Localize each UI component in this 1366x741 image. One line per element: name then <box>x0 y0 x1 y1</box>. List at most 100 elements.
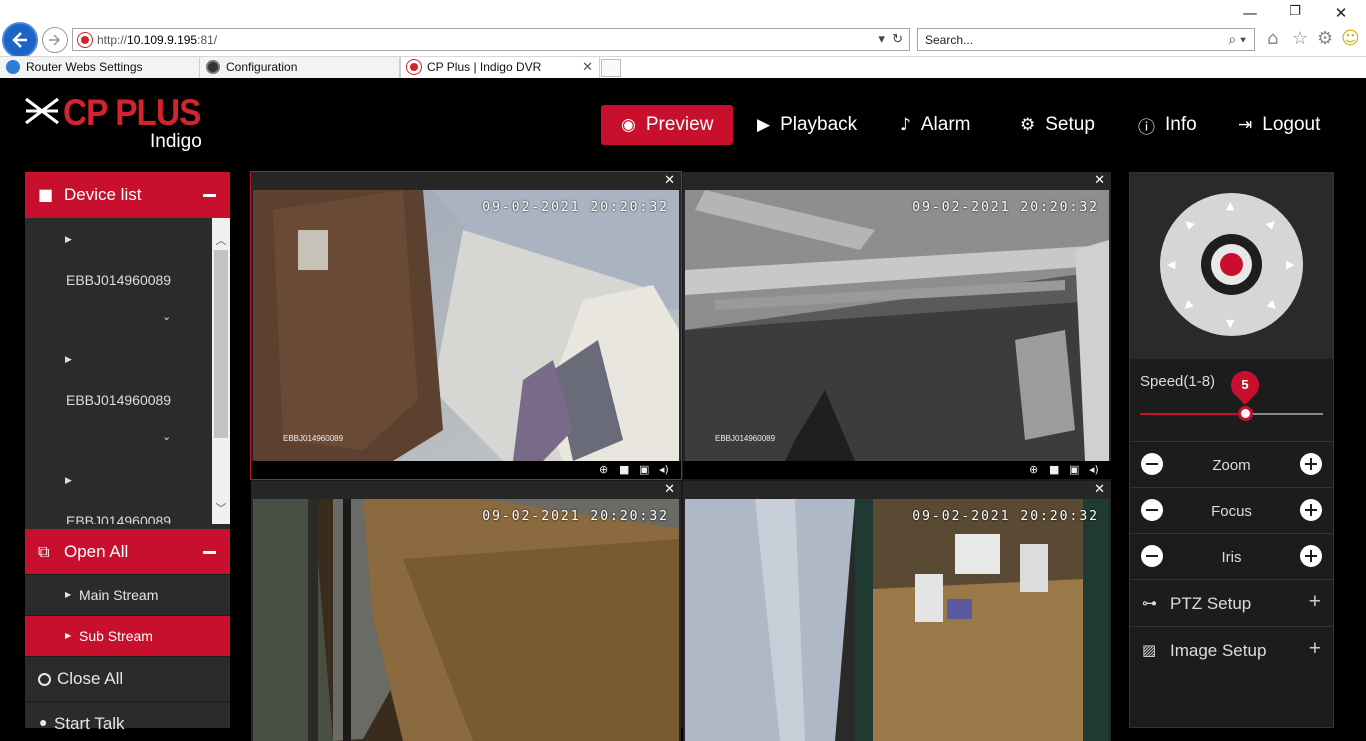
device-item[interactable]: EBBJ014960089 <box>66 392 171 408</box>
close-video-icon[interactable]: ✕ <box>1094 482 1105 497</box>
pan-up-icon[interactable]: ▲ <box>1226 199 1234 212</box>
info-icon: ⓘ <box>1138 117 1155 138</box>
forward-button[interactable] <box>42 27 68 53</box>
scroll-up-icon[interactable]: ︿ <box>212 232 230 248</box>
minimize-icon[interactable]: — <box>1240 4 1260 22</box>
gear-icon: ⚙ <box>1020 115 1036 135</box>
cpplus-logo-icon <box>25 97 59 125</box>
expand-arrow-icon[interactable]: ▶ <box>65 234 72 245</box>
refresh-icon[interactable]: ↻ <box>892 31 903 46</box>
expand-plus-icon[interactable]: + <box>1309 590 1321 614</box>
device-item[interactable]: EBBJ014960089 <box>66 272 171 288</box>
zoom-in-icon[interactable]: ⊕ <box>1029 463 1038 476</box>
ptz-direction-pad[interactable]: ▲ ▼ ◀ ▶ ▲ ▲ ▼ ▼ <box>1160 193 1303 336</box>
nav-preview[interactable]: ◉ Preview <box>601 105 733 145</box>
speed-slider-fill <box>1140 413 1245 415</box>
site-favicon-icon <box>78 33 92 47</box>
start-talk-button[interactable]: ● Start Talk <box>25 701 230 741</box>
main-stream-option[interactable]: ▶ Main Stream <box>25 574 230 615</box>
audio-icon[interactable]: ◂) <box>659 463 669 476</box>
new-tab-button[interactable] <box>601 59 621 77</box>
smiley-feedback-icon[interactable]: ☺ <box>1341 28 1360 49</box>
close-window-icon[interactable]: ✕ <box>1331 4 1351 22</box>
nav-info[interactable]: ⓘ Info <box>1138 105 1197 145</box>
video-cell-1[interactable]: ✕ 09-02-2021 20:20:32 EBBJ014960089 ⊕ ■ … <box>250 171 682 480</box>
ptz-setup-section[interactable]: ⊶ PTZ Setup + <box>1130 579 1333 626</box>
url-host: 10.109.9.195 <box>127 33 198 47</box>
dvr-app: CP PLUS Indigo ◉ Preview ▶ Playback ♪ Alarm… <box>0 78 1366 741</box>
pan-left-icon[interactable]: ◀ <box>1167 258 1175 271</box>
nav-label: Preview <box>645 114 714 135</box>
favorites-star-icon[interactable]: ☆ <box>1292 28 1308 49</box>
device-list-header[interactable]: ■ Device list <box>25 172 230 218</box>
device-item[interactable]: EBBJ014960089 <box>66 513 171 524</box>
search-icon[interactable]: ⌕ ▾ <box>1228 31 1246 48</box>
camera-image <box>253 499 679 741</box>
close-video-icon[interactable]: ✕ <box>664 482 675 497</box>
pan-down-icon[interactable]: ▼ <box>1226 317 1234 330</box>
scroll-thumb[interactable] <box>214 250 228 438</box>
expand-arrow-icon[interactable]: ▶ <box>65 354 72 365</box>
video-cell-4[interactable]: ✕ 09-02-2021 20:20:32 <box>683 481 1111 741</box>
video-timestamp: 09-02-2021 20:20:32 <box>912 509 1099 524</box>
settings-gear-icon[interactable]: ⚙ <box>1317 28 1333 49</box>
snapshot-icon[interactable]: ▣ <box>639 463 649 476</box>
video-cell-2[interactable]: ✕ 09-02-2021 20:20:32 EBBJ014960089 ⊕ ■ … <box>683 172 1111 479</box>
chevron-down-icon[interactable]: ⌄ <box>162 430 171 443</box>
iris-plus-button[interactable] <box>1300 545 1322 567</box>
pan-right-icon[interactable]: ▶ <box>1286 258 1294 271</box>
dropdown-icon[interactable]: ▾ <box>878 31 885 46</box>
globe-icon <box>206 60 220 74</box>
speed-slider[interactable]: 5 <box>1140 365 1323 421</box>
pan-up-left-icon[interactable]: ▲ <box>1181 216 1196 231</box>
camera-label: EBBJ014960089 <box>715 434 776 443</box>
record-icon[interactable]: ■ <box>619 463 629 476</box>
nav-label: Alarm <box>920 114 971 135</box>
image-setup-label: Image Setup <box>1170 641 1267 660</box>
tab-cpplus-dvr[interactable]: CP Plus | Indigo DVR ✕ <box>400 57 600 79</box>
home-icon[interactable]: ⌂ <box>1267 28 1278 49</box>
address-bar[interactable]: http://10.109.9.195:81/ ▾ ↻ <box>72 28 910 51</box>
video-cell-3[interactable]: ✕ 09-02-2021 20:20:32 <box>251 481 681 741</box>
cell-titlebar: ✕ <box>683 172 1111 190</box>
record-icon[interactable]: ■ <box>1049 463 1059 476</box>
image-setup-section[interactable]: ▨ Image Setup + <box>1130 626 1333 673</box>
close-video-icon[interactable]: ✕ <box>664 173 675 188</box>
nav-alarm[interactable]: ♪ Alarm <box>900 105 970 145</box>
pan-down-left-icon[interactable]: ▼ <box>1181 298 1196 313</box>
nav-playback[interactable]: ▶ Playback <box>757 105 857 145</box>
restore-icon[interactable]: ❐ <box>1285 4 1305 19</box>
chevron-down-icon[interactable]: ⌄ <box>162 310 171 323</box>
ptz-center-button[interactable] <box>1211 244 1252 285</box>
video-feed: 09-02-2021 20:20:32 <box>253 499 679 741</box>
speed-slider-knob[interactable] <box>1238 406 1253 421</box>
tab-close-icon[interactable]: ✕ <box>582 59 593 75</box>
expand-arrow-icon[interactable]: ▶ <box>65 475 72 486</box>
close-video-icon[interactable]: ✕ <box>1094 173 1105 188</box>
logout-icon: ⇥ <box>1238 115 1253 135</box>
audio-icon[interactable]: ◂) <box>1089 463 1099 476</box>
collapse-minus-icon[interactable] <box>203 194 216 197</box>
sub-stream-option[interactable]: ▶ Sub Stream <box>25 615 230 656</box>
pan-down-right-icon[interactable]: ▼ <box>1265 298 1280 313</box>
focus-plus-button[interactable] <box>1300 499 1322 521</box>
scroll-down-icon[interactable]: ﹀ <box>212 500 230 516</box>
device-list-scrollbar[interactable]: ︿ ﹀ <box>212 218 230 524</box>
cell-titlebar: ✕ <box>251 481 681 499</box>
search-input[interactable]: Search... ⌕ ▾ <box>917 28 1255 51</box>
open-all-header[interactable]: ⧉ Open All <box>25 529 230 575</box>
collapse-minus-icon[interactable] <box>203 551 216 554</box>
tab-configuration[interactable]: Configuration <box>200 57 400 79</box>
snapshot-icon[interactable]: ▣ <box>1069 463 1079 476</box>
close-all-button[interactable]: Close All <box>25 656 230 700</box>
video-feed: 09-02-2021 20:20:32 <box>685 499 1109 741</box>
zoom-in-icon[interactable]: ⊕ <box>599 463 608 476</box>
tab-router-settings[interactable]: Router Webs Settings <box>0 57 200 79</box>
back-button[interactable] <box>2 22 38 58</box>
pan-up-right-icon[interactable]: ▲ <box>1265 216 1280 231</box>
zoom-in-button[interactable] <box>1300 453 1322 475</box>
nav-logout[interactable]: ⇥ Logout <box>1238 105 1320 145</box>
expand-plus-icon[interactable]: + <box>1309 637 1321 661</box>
nav-setup[interactable]: ⚙ Setup <box>1020 105 1095 145</box>
ptz-center <box>1201 234 1262 295</box>
